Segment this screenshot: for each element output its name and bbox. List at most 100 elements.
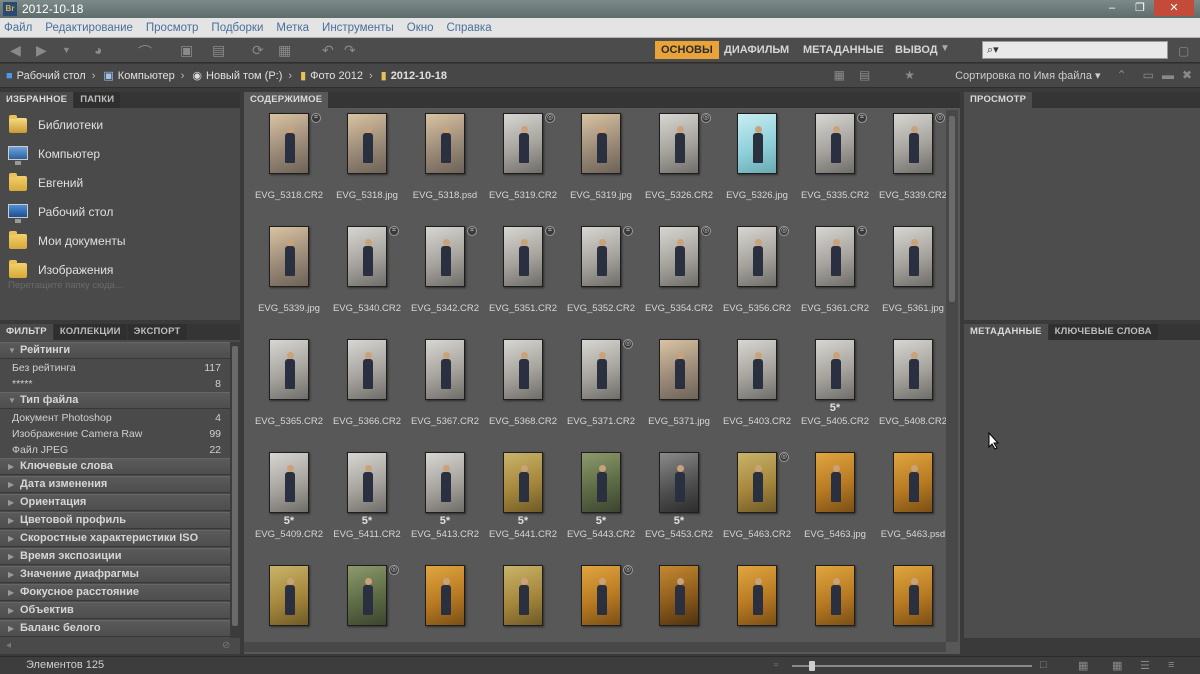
tab-collections[interactable]: КОЛЛЕКЦИИ	[53, 324, 127, 340]
back-icon[interactable]: ◀	[10, 42, 21, 59]
filter-section-focal-length[interactable]: ▶ Фокусное расстояние	[0, 584, 230, 601]
output-icon[interactable]: ▤	[212, 42, 225, 59]
menu-window[interactable]: Окно	[407, 22, 434, 34]
photo-thumbnail[interactable]	[503, 565, 543, 626]
photo-thumbnail[interactable]	[737, 339, 777, 400]
thumbnail-item[interactable]: EVG_5366.CR2	[328, 338, 406, 450]
thumbnail-item[interactable]: EVG_5326.jpg	[718, 112, 796, 224]
thumbnail-item[interactable]: EVG_5403.CR2	[718, 338, 796, 450]
photo-thumbnail[interactable]	[347, 113, 387, 174]
thumbnail-item[interactable]: EVG_5318.jpg	[328, 112, 406, 224]
photo-thumbnail[interactable]	[581, 113, 621, 174]
chevron-right-icon[interactable]: ›	[369, 70, 373, 82]
thumbnail-item[interactable]: EVG_5365.CR2	[250, 338, 328, 450]
thumbnail-item[interactable]: ◎ EVG_5326.CR2	[640, 112, 718, 224]
filter-section-orientation[interactable]: ▶ Ориентация	[0, 494, 230, 511]
photo-thumbnail[interactable]	[659, 565, 699, 626]
favorite-computer[interactable]: Компьютер	[6, 141, 100, 167]
view-details-icon[interactable]: ☰	[1140, 659, 1150, 672]
zoom-in-icon[interactable]: □	[1040, 659, 1047, 671]
sort-dropdown[interactable]: Сортировка по Имя файла ▾	[955, 69, 1100, 82]
photo-thumbnail[interactable]	[659, 452, 699, 513]
thumbnail-item[interactable]: 5* EVG_5453.CR2	[640, 451, 718, 563]
photo-thumbnail[interactable]	[347, 565, 387, 626]
photo-thumbnail[interactable]	[425, 565, 465, 626]
workspace-metadata[interactable]: МЕТАДАННЫЕ	[797, 41, 890, 59]
menu-edit[interactable]: Редактирование	[45, 22, 133, 34]
photo-thumbnail[interactable]	[737, 565, 777, 626]
photo-thumbnail[interactable]	[425, 339, 465, 400]
compact-mode-icon[interactable]: ▢	[1178, 44, 1189, 58]
thumbnail-item[interactable]: EVG_5463.jpg	[796, 451, 874, 563]
workspace-essentials[interactable]: ОСНОВЫ	[655, 41, 719, 59]
photo-thumbnail[interactable]	[815, 565, 855, 626]
tab-keywords[interactable]: КЛЮЧЕВЫЕ СЛОВА	[1048, 324, 1158, 340]
photo-thumbnail[interactable]	[815, 226, 855, 287]
tab-export[interactable]: ЭКСПОРТ	[127, 324, 187, 340]
clear-filter-icon[interactable]: ⊘	[222, 640, 230, 651]
photo-thumbnail[interactable]	[425, 452, 465, 513]
workspace-output[interactable]: ВЫВОД	[889, 41, 944, 59]
thumbnail-item[interactable]: EVG_5339.jpg	[250, 225, 328, 337]
thumbnail-item[interactable]: ⌗ EVG_5342.CR2	[406, 225, 484, 337]
photo-thumbnail[interactable]	[893, 113, 933, 174]
filter-scrollbar[interactable]	[230, 342, 240, 638]
photo-thumbnail[interactable]	[425, 226, 465, 287]
breadcrumb-drive[interactable]: ◉ Новый том (P:)	[192, 69, 282, 83]
tab-favorites[interactable]: ИЗБРАННОЕ	[0, 92, 74, 108]
photo-thumbnail[interactable]	[659, 339, 699, 400]
photo-thumbnail[interactable]	[347, 339, 387, 400]
chevron-right-icon[interactable]: ›	[288, 70, 292, 82]
filter-row-photoshop[interactable]: Документ Photoshop 4	[0, 410, 230, 426]
photo-thumbnail[interactable]	[893, 226, 933, 287]
menu-tools[interactable]: Инструменты	[322, 22, 394, 34]
filter-row-five-stars[interactable]: ***** 8	[0, 376, 230, 392]
photo-thumbnail[interactable]	[581, 339, 621, 400]
minimize-icon[interactable]: –	[1098, 0, 1126, 16]
open-recent-icon[interactable]: ▭	[1143, 68, 1154, 82]
favorite-user[interactable]: Евгений	[6, 170, 83, 196]
workspace-filmstrip[interactable]: ДИАФИЛЬМ	[718, 41, 795, 59]
photo-thumbnail[interactable]	[737, 226, 777, 287]
thumbnail-item[interactable]: 5* EVG_5411.CR2	[328, 451, 406, 563]
filter-row-camera-raw[interactable]: Изображение Camera Raw 99	[0, 426, 230, 442]
breadcrumb-desktop[interactable]: ■ Рабочий стол	[6, 70, 86, 82]
rotate-left-icon[interactable]: ↶	[322, 42, 334, 59]
thumbnail-item[interactable]: ◎ EVG_5319.CR2	[484, 112, 562, 224]
recent-dropdown-icon[interactable]: ▼	[62, 45, 71, 55]
photo-thumbnail[interactable]	[503, 226, 543, 287]
photo-thumbnail[interactable]	[269, 565, 309, 626]
filter-section-file-type[interactable]: ▼ Тип файла	[0, 392, 230, 409]
thumbnail-item[interactable]: ⌗ EVG_5335.CR2	[796, 112, 874, 224]
photo-thumbnail[interactable]	[503, 113, 543, 174]
filter-section-keywords[interactable]: ▶ Ключевые слова	[0, 458, 230, 475]
workspace-menu-icon[interactable]: ▼	[940, 43, 950, 54]
thumbnail-item[interactable]: EVG_5368.CR2	[484, 338, 562, 450]
photo-thumbnail[interactable]	[269, 113, 309, 174]
filter-scroll-left-icon[interactable]: ◂	[6, 640, 11, 651]
thumbnail-item[interactable]: 5* EVG_5413.CR2	[406, 451, 484, 563]
thumbnail-item[interactable]: 5* EVG_5441.CR2	[484, 451, 562, 563]
chevron-right-icon[interactable]: ›	[181, 70, 185, 82]
photo-thumbnail[interactable]	[503, 339, 543, 400]
filter-section-date-modified[interactable]: ▶ Дата изменения	[0, 476, 230, 493]
photo-thumbnail[interactable]	[815, 339, 855, 400]
thumbnail-item[interactable]: ⌗ EVG_5340.CR2	[328, 225, 406, 337]
forward-icon[interactable]: ▶	[36, 42, 47, 59]
photo-thumbnail[interactable]	[425, 113, 465, 174]
photo-thumbnail[interactable]	[659, 226, 699, 287]
thumbnail-item[interactable]: EVG_5319.jpg	[562, 112, 640, 224]
photo-thumbnail[interactable]	[737, 113, 777, 174]
thumbnail-item[interactable]: ◎ EVG_5354.CR2	[640, 225, 718, 337]
tab-metadata[interactable]: МЕТАДАННЫЕ	[964, 324, 1048, 340]
view-thumbnails-icon[interactable]: ▦	[1112, 659, 1122, 672]
filter-section-lens[interactable]: ▶ Объектив	[0, 602, 230, 619]
thumbnail-quality-icon[interactable]: ▦	[834, 68, 845, 82]
thumbnail-item[interactable]: ◎ EVG_5356.CR2	[718, 225, 796, 337]
photo-thumbnail[interactable]	[269, 452, 309, 513]
thumbnail-item[interactable]: EVG_5463.psd	[874, 451, 952, 563]
thumbnail-item[interactable]: ⌗ EVG_5318.CR2	[250, 112, 328, 224]
breadcrumb-current-folder[interactable]: ▮ 2012-10-18	[381, 69, 447, 83]
thumbnail-item[interactable]: EVG_5367.CR2	[406, 338, 484, 450]
rating-filter-icon[interactable]: ★	[904, 68, 915, 82]
